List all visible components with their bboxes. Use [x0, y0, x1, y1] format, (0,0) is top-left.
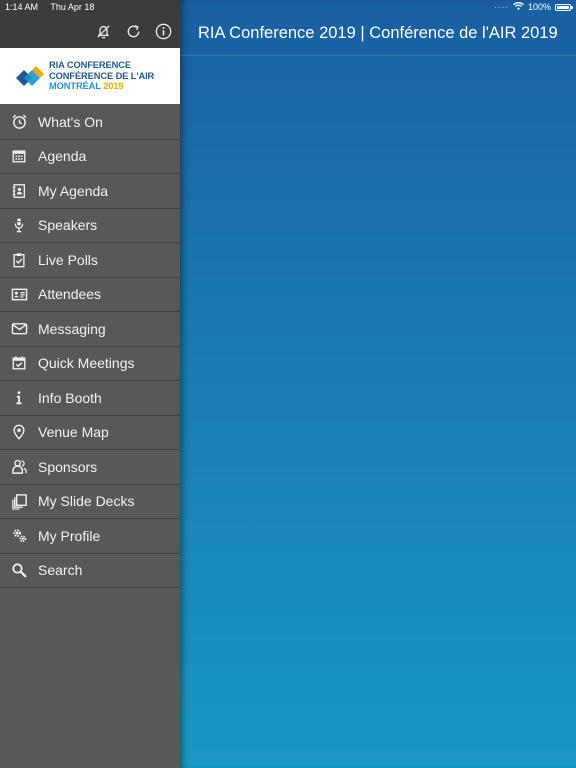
sidebar-item-venue-map[interactable]: Venue Map — [0, 416, 180, 450]
sidebar-item-messaging[interactable]: Messaging — [0, 312, 180, 347]
map-pin-icon — [10, 423, 28, 441]
refresh-icon[interactable] — [124, 22, 142, 40]
sidebar: RIA CONFERENCE CONFÉRENCE DE L'AIR MONTR… — [0, 0, 180, 768]
sidebar-item-my-profile[interactable]: My Profile — [0, 519, 180, 554]
gears-icon — [10, 527, 28, 545]
envelope-icon — [10, 320, 28, 338]
sidebar-item-agenda[interactable]: Agenda — [0, 140, 180, 174]
contact-book-icon — [10, 182, 28, 200]
signal-dots-icon: ···· — [494, 2, 509, 12]
sidebar-item-search[interactable]: Search — [0, 554, 180, 588]
app-window: 1:14 AM Thu Apr 18 ···· 100% RIA CONFERE… — [0, 0, 576, 768]
slides-icon — [10, 492, 28, 510]
battery-icon — [555, 3, 573, 11]
info-icon — [10, 389, 28, 407]
conference-logo-text: RIA CONFERENCE CONFÉRENCE DE L'AIR MONTR… — [49, 60, 154, 92]
sidebar-item-live-polls[interactable]: Live Polls — [0, 243, 180, 278]
main-content: RIA Conference 2019 | Conférence de l'AI… — [180, 0, 576, 768]
sidebar-item-label: Messaging — [38, 320, 106, 337]
id-card-icon — [10, 285, 28, 303]
sidebar-item-label: Quick Meetings — [38, 355, 135, 372]
logo-city: MONTRÉAL — [49, 81, 101, 91]
sidebar-item-my-agenda[interactable]: My Agenda — [0, 174, 180, 209]
sidebar-item-sponsors[interactable]: Sponsors — [0, 450, 180, 485]
sidebar-item-label: Speakers — [38, 217, 98, 234]
sidebar-item-label: Agenda — [38, 148, 87, 165]
conference-logo: RIA CONFERENCE CONFÉRENCE DE L'AIR MONTR… — [0, 48, 180, 104]
sidebar-item-label: Search — [38, 562, 83, 579]
conference-logo-mark — [16, 66, 44, 86]
wifi-icon — [513, 2, 524, 12]
sidebar-item-label: My Agenda — [38, 182, 109, 199]
people-icon — [10, 458, 28, 476]
info-icon[interactable] — [154, 22, 172, 40]
clipboard-check-icon — [10, 251, 28, 269]
status-bar-left: 1:14 AM Thu Apr 18 — [5, 2, 104, 12]
status-bar: 1:14 AM Thu Apr 18 ···· 100% — [0, 0, 576, 15]
main-header: RIA Conference 2019 | Conférence de l'AI… — [180, 15, 576, 56]
battery-level — [557, 5, 569, 9]
sidebar-item-label: Sponsors — [38, 458, 98, 475]
bell-off-icon[interactable] — [94, 22, 112, 40]
sidebar-item-label: Venue Map — [38, 424, 109, 441]
battery-percent: 100% — [527, 2, 551, 12]
sidebar-item-quick-meetings[interactable]: Quick Meetings — [0, 347, 180, 381]
logo-line-3: MONTRÉAL 2019 — [49, 81, 154, 92]
sidebar-item-label: Info Booth — [38, 389, 102, 406]
calendar-check-icon — [10, 354, 28, 372]
sidebar-item-label: What's On — [38, 113, 103, 130]
sidebar-item-attendees[interactable]: Attendees — [0, 278, 180, 312]
sidebar-item-label: Attendees — [38, 286, 102, 303]
sidebar-item-label: Live Polls — [38, 251, 98, 268]
sidebar-item-whats-on[interactable]: What's On — [0, 105, 180, 140]
logo-year: 2019 — [103, 81, 124, 91]
sidebar-item-my-slide-decks[interactable]: My Slide Decks — [0, 485, 180, 519]
sidebar-menu: What's On Agenda My Agenda Speakers Live… — [0, 105, 180, 588]
status-bar-right: ···· 100% — [494, 2, 573, 12]
logo-line-2: CONFÉRENCE DE L'AIR — [49, 70, 155, 81]
sidebar-item-speakers[interactable]: Speakers — [0, 209, 180, 243]
calendar-icon — [10, 147, 28, 165]
sidebar-item-label: My Slide Decks — [38, 493, 135, 510]
alarm-clock-icon — [10, 113, 28, 131]
status-time: 1:14 AM — [5, 2, 39, 12]
microphone-icon — [10, 216, 28, 234]
status-date: Thu Apr 18 — [50, 2, 95, 12]
search-icon — [10, 561, 28, 579]
sidebar-item-label: My Profile — [38, 527, 101, 544]
logo-line-1: RIA CONFERENCE — [49, 60, 131, 70]
sidebar-item-info-booth[interactable]: Info Booth — [0, 381, 180, 416]
sidebar-toolbar — [94, 22, 172, 40]
page-title: RIA Conference 2019 | Conférence de l'AI… — [198, 24, 558, 42]
